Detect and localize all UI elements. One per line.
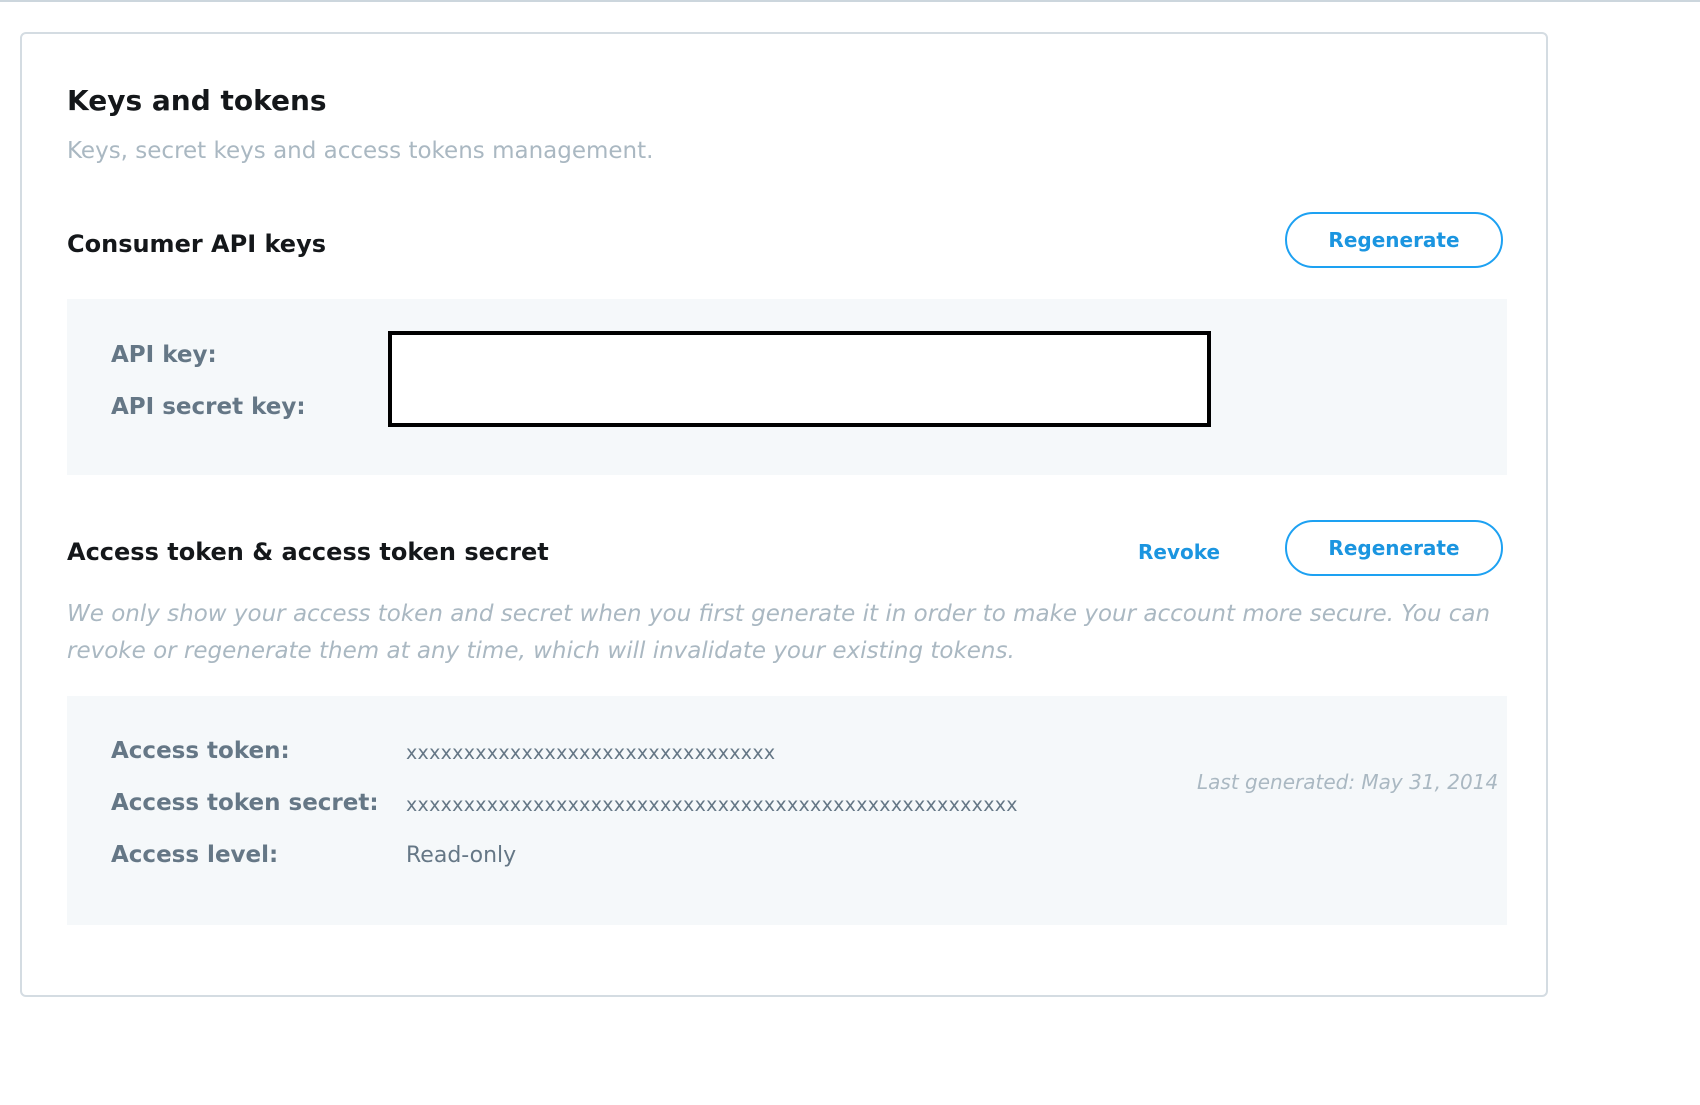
consumer-keys-heading: Consumer API keys bbox=[67, 230, 327, 258]
access-token-help-text: We only show your access token and secre… bbox=[67, 601, 1491, 664]
regenerate-consumer-keys-button[interactable]: Regenerate bbox=[1285, 212, 1503, 268]
access-level-value: Read-only bbox=[406, 843, 517, 868]
access-token-value: xxxxxxxxxxxxxxxxxxxxxxxxxxxxxxxx bbox=[406, 742, 776, 764]
top-divider bbox=[0, 0, 1700, 2]
regenerate-access-token-button[interactable]: Regenerate bbox=[1285, 520, 1503, 576]
last-generated-text: Last generated: May 31, 2014 bbox=[1197, 770, 1499, 794]
access-token-panel: Access token: xxxxxxxxxxxxxxxxxxxxxxxxxx… bbox=[67, 696, 1507, 925]
consumer-keys-panel: API key: API secret key: bbox=[67, 299, 1507, 475]
page-title: Keys and tokens bbox=[67, 84, 327, 117]
page-subtitle: Keys, secret keys and access tokens mana… bbox=[67, 138, 654, 164]
access-token-heading: Access token & access token secret bbox=[67, 538, 549, 566]
api-secret-key-label: API secret key: bbox=[111, 394, 306, 420]
keys-and-tokens-card: Keys and tokens Keys, secret keys and ac… bbox=[20, 32, 1548, 997]
access-token-secret-label: Access token secret: bbox=[111, 790, 379, 816]
revoke-link[interactable]: Revoke bbox=[1138, 540, 1220, 564]
access-token-label: Access token: bbox=[111, 738, 290, 764]
api-key-label: API key: bbox=[111, 342, 217, 368]
redacted-keys-box bbox=[388, 331, 1211, 427]
access-level-label: Access level: bbox=[111, 842, 279, 868]
access-token-secret-value: xxxxxxxxxxxxxxxxxxxxxxxxxxxxxxxxxxxxxxxx… bbox=[406, 794, 1018, 816]
